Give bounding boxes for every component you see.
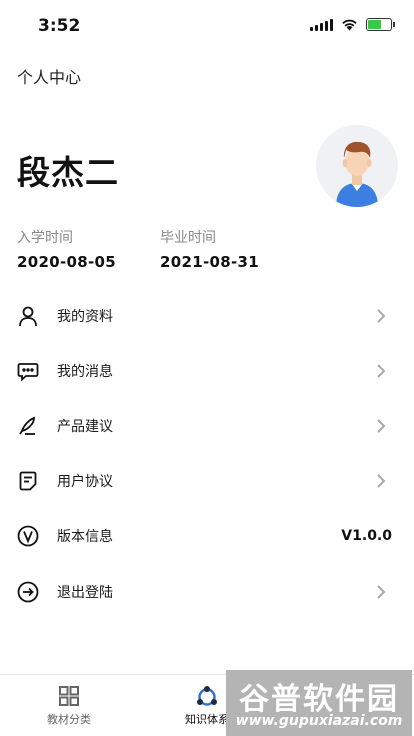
enroll-date-block: 入学时间 2020-08-05 <box>17 227 116 271</box>
graduate-date-label: 毕业时间 <box>160 230 216 246</box>
menu-item-user-agreement[interactable]: 用户协议 <box>0 454 414 509</box>
menu-item-feedback[interactable]: 产品建议 <box>0 398 414 453</box>
chevron-right-icon <box>377 584 386 599</box>
menu-item-label: 我的资料 <box>57 308 113 325</box>
knowledge-icon <box>197 686 217 706</box>
menu-item-label: 产品建议 <box>57 418 113 435</box>
chevron-right-icon <box>377 419 386 433</box>
menu-item-version[interactable]: 版本信息 V1.0.0 <box>0 509 414 564</box>
avatar-illustration <box>336 141 378 207</box>
version-value: V1.0.0 <box>341 528 392 545</box>
watermark-title: 谷普软件园 <box>239 682 399 717</box>
menu-item-profile[interactable]: 我的资料 <box>0 288 414 343</box>
enroll-date-label: 入学时间 <box>17 230 73 246</box>
logout-icon <box>17 581 39 603</box>
chevron-right-icon <box>377 364 386 378</box>
menu-item-logout[interactable]: 退出登陆 <box>0 564 414 619</box>
page-title: 个人中心 <box>17 68 82 87</box>
battery-icon <box>366 18 395 31</box>
wifi-icon <box>342 19 357 31</box>
cellular-signal-icon <box>310 18 333 31</box>
graduate-date-value: 2021-08-31 <box>160 253 259 271</box>
menu-item-label: 我的消息 <box>57 363 113 380</box>
tab-textbook-categories[interactable]: 教材分类 <box>0 675 138 736</box>
grid-icon <box>59 686 79 706</box>
graduate-date-block: 毕业时间 2021-08-31 <box>160 227 259 271</box>
profile-name: 段杰二 <box>17 153 119 192</box>
chevron-right-icon <box>377 474 386 488</box>
settings-menu: 我的资料 我的消息 产品建议 用户协议 版本信息 V1.0.0 退出登陆 <box>0 288 414 619</box>
menu-item-label: 版本信息 <box>57 529 113 546</box>
user-icon <box>17 305 39 327</box>
status-bar: 3:52 <box>0 0 414 52</box>
message-icon <box>17 360 39 382</box>
chevron-right-icon <box>377 308 386 323</box>
enroll-date-value: 2020-08-05 <box>17 253 116 271</box>
document-icon <box>17 470 39 492</box>
avatar[interactable] <box>316 125 398 207</box>
menu-item-messages[interactable]: 我的消息 <box>0 343 414 398</box>
watermark: 谷普软件园 www.gupuxiazai.com <box>226 670 412 736</box>
menu-item-label: 用户协议 <box>57 474 113 491</box>
version-icon <box>17 525 39 547</box>
status-icons <box>310 18 395 31</box>
watermark-url: www.gupuxiazai.com <box>235 713 403 729</box>
tab-label: 教材分类 <box>47 713 91 726</box>
pen-icon <box>17 415 39 437</box>
status-time: 3:52 <box>38 16 81 36</box>
menu-item-label: 退出登陆 <box>57 584 113 601</box>
